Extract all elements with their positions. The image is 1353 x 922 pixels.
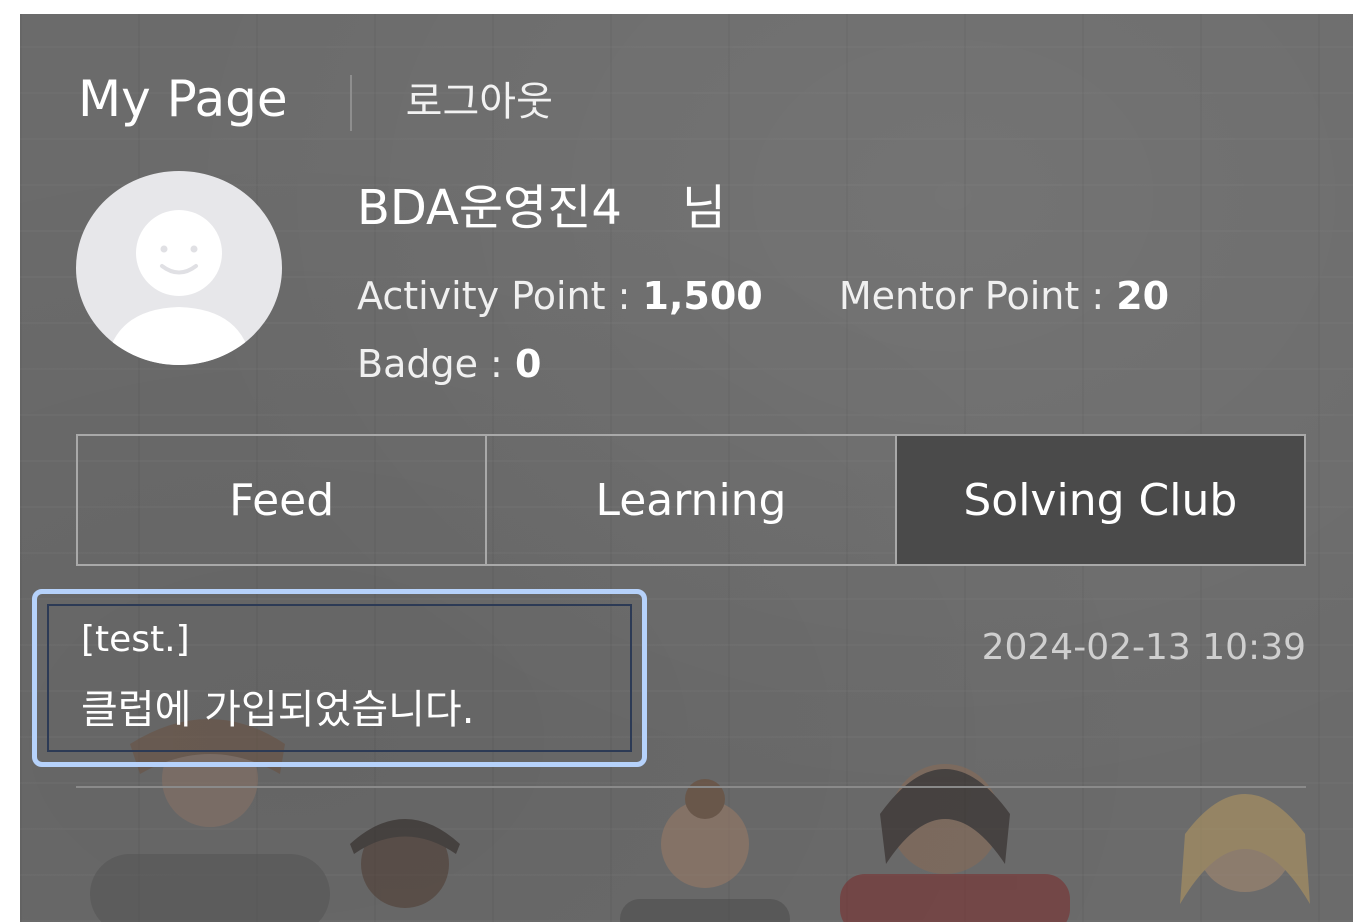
mypage-tabs: Feed Learning Solving Club [76,434,1306,566]
feed-item-tag: [test.] [81,619,190,660]
username: BDA운영진4 님 [357,178,726,238]
feed-item-message: 클럽에 가입되었습니다. [81,687,475,733]
page-title: My Page [78,70,288,128]
badge-stats: Badge : 0 [357,338,541,390]
feed-item[interactable]: [test.] 클럽에 가입되었습니다. [32,589,647,767]
activity-point-label: Activity Point : [357,274,643,318]
tab-learning[interactable]: Learning [487,436,897,564]
mypage-panel: My Page 로그아웃 BDA운영진4 님 Activity Point : 1… [20,14,1353,922]
badge-value: 0 [514,342,542,386]
avatar [76,171,282,365]
point-stats: Activity Point : 1,500 Mentor Point : 20 [357,270,1169,322]
tab-solving-club[interactable]: Solving Club [896,436,1304,564]
mentor-point-label: Mentor Point : [838,274,1117,318]
feed-item-date: 2024-02-13 10:39 [981,627,1306,668]
tab-feed[interactable]: Feed [78,436,488,564]
mentor-point-value: 20 [1116,274,1170,318]
badge-label: Badge : [357,342,515,386]
activity-point-value: 1,500 [642,274,763,318]
header-divider [349,75,352,131]
username-honorific: 님 [681,180,727,236]
page-header: My Page 로그아웃 [78,66,553,132]
logout-link[interactable]: 로그아웃 [406,72,553,132]
username-text: BDA운영진4 [357,180,622,236]
user-avatar-icon [106,210,252,365]
feed-separator [76,786,1306,788]
